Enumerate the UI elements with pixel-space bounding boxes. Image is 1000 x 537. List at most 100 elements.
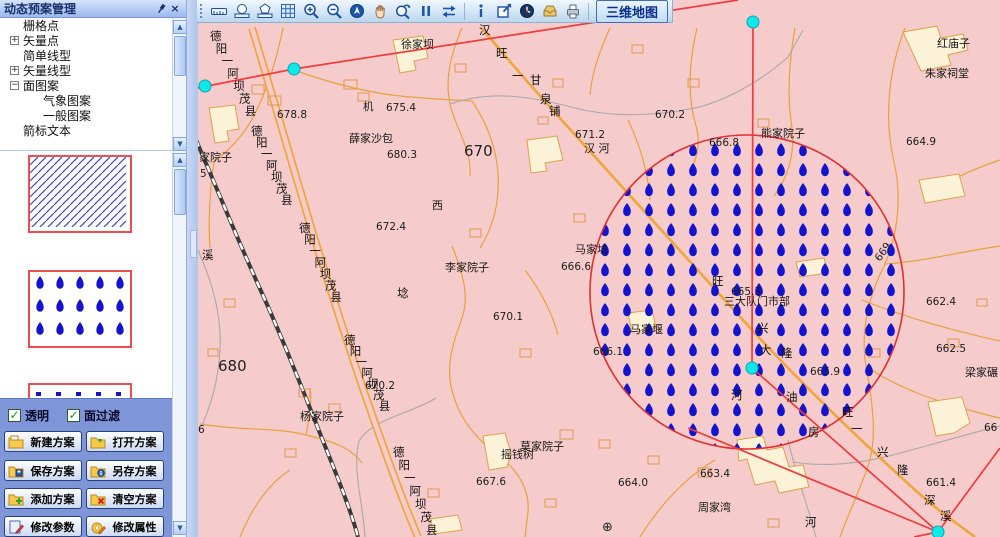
- panel-title: 动态预案管理: [4, 0, 154, 17]
- expand-icon[interactable]: [10, 66, 19, 75]
- tree-leaf-icon: [10, 21, 19, 30]
- save-plan-folder-icon: [8, 464, 24, 478]
- map-label: 一: [851, 422, 863, 436]
- map-label: 房: [808, 425, 820, 439]
- map-label: 兴: [757, 321, 769, 335]
- measure-polygon-icon[interactable]: [254, 1, 275, 21]
- tree-item-vector-line[interactable]: 矢量线型: [0, 63, 172, 78]
- expand-icon[interactable]: [10, 36, 19, 45]
- transparent-checkbox[interactable]: 透明: [8, 407, 49, 424]
- zoom-in-icon[interactable]: [300, 1, 321, 21]
- map-label: 周家湾: [698, 500, 731, 514]
- pattern-preview-partial[interactable]: [28, 383, 132, 398]
- map-label: 西: [432, 199, 443, 212]
- map-label: 杨家院子: [300, 409, 344, 423]
- plan-manager-panel: 栅格点 矢量点 简单线型 矢量线型 面图案 气象图案 一般图案 箭标文本: [0, 0, 173, 537]
- tree-item-weather-pattern[interactable]: 气象图案: [0, 93, 172, 108]
- new-plan-button[interactable]: 新建方案: [4, 431, 82, 452]
- vertex-handle[interactable]: [746, 362, 758, 374]
- tree-item-arrow-text[interactable]: 箭标文本: [0, 123, 172, 138]
- map-label: 旺: [496, 46, 508, 60]
- map-label: 664.9: [906, 136, 936, 148]
- map-label: 667.6: [476, 476, 506, 488]
- saveas-plan-button[interactable]: 另存方案: [86, 460, 164, 481]
- edit-params-button[interactable]: 修改参数: [4, 516, 82, 537]
- map-label: 梁家碾: [965, 365, 998, 379]
- vertex-handle[interactable]: [747, 16, 759, 28]
- toolbar-grip[interactable]: [199, 3, 204, 19]
- map-label: 徐家坝: [401, 37, 434, 51]
- new-plan-folder-icon: [8, 435, 24, 449]
- map-label: 670.1: [493, 311, 523, 323]
- tree-item-vector-point[interactable]: 矢量点: [0, 33, 172, 48]
- map-canvas[interactable]: 徐家坝红庙子朱家祠堂薛家沙包熊家院子李家院子马家埝马家堰三大队门市部周家湾梁家碾…: [197, 0, 1000, 537]
- map-label: 666.6: [561, 261, 591, 273]
- map-label: 一: [512, 69, 524, 83]
- panel-splitter[interactable]: [186, 0, 198, 537]
- pause-icon[interactable]: [415, 1, 436, 21]
- print-icon[interactable]: [562, 1, 583, 21]
- map-label: 甘: [530, 73, 542, 87]
- preview-scroll-down-icon[interactable]: ▼: [173, 521, 187, 535]
- map-label: 663.4: [700, 468, 730, 480]
- close-icon[interactable]: ×: [168, 2, 182, 16]
- swap-icon[interactable]: [438, 1, 459, 21]
- checkbox-check-icon: [67, 409, 80, 422]
- map-label: 旺: [842, 405, 854, 419]
- vertex-handle[interactable]: [288, 63, 300, 75]
- map-label: 680.3: [387, 149, 417, 161]
- collapse-icon[interactable]: [10, 81, 19, 90]
- application-window: 徐家坝红庙子朱家祠堂薛家沙包熊家院子李家院子马家埝马家堰三大队门市部周家湾梁家碾…: [0, 0, 1000, 537]
- face-filter-checkbox[interactable]: 面过滤: [67, 407, 120, 424]
- preview-scrollbar-thumb[interactable]: [174, 169, 186, 215]
- save-plan-button[interactable]: 保存方案: [4, 460, 82, 481]
- navigate-icon[interactable]: [346, 1, 367, 21]
- inbox-icon[interactable]: [539, 1, 560, 21]
- map-label: 666.8: [709, 137, 739, 149]
- map-label: 溪: [940, 509, 952, 523]
- tree-leaf-icon: [10, 51, 19, 60]
- zoom-out-icon[interactable]: [323, 1, 344, 21]
- map-label: 深: [924, 493, 936, 507]
- tree-item-general-pattern[interactable]: 一般图案: [0, 108, 172, 123]
- scroll-up-icon[interactable]: ▲: [173, 20, 187, 34]
- add-plan-button[interactable]: 添加方案: [4, 488, 82, 509]
- tree-scroll-down-icon[interactable]: ▼: [173, 137, 187, 151]
- map-label: 662.4: [926, 296, 956, 308]
- clear-plan-folder-icon: [90, 492, 106, 506]
- map-label: 河: [731, 388, 743, 402]
- open-plan-button[interactable]: 打开方案: [86, 431, 164, 452]
- info-icon[interactable]: [470, 1, 491, 21]
- pattern-preview-hatch[interactable]: [28, 155, 132, 233]
- tree-leaf-icon: [10, 126, 19, 135]
- tree-item-area-pattern[interactable]: 面图案: [0, 78, 172, 93]
- grid-icon[interactable]: [277, 1, 298, 21]
- panel-titlebar: 动态预案管理 ×: [0, 0, 186, 18]
- map-3d-button[interactable]: 三维地图: [596, 0, 668, 23]
- map-label: ⊕: [602, 520, 613, 535]
- map-label: 670: [464, 142, 493, 160]
- pattern-preview-drops[interactable]: [28, 270, 132, 348]
- measure-circle-icon[interactable]: [231, 1, 252, 21]
- vertex-handle[interactable]: [199, 80, 211, 92]
- vertex-handle[interactable]: [932, 526, 944, 537]
- map-label: 675.4: [386, 102, 416, 114]
- edit-params-icon: [8, 520, 24, 534]
- preview-scroll-up-icon[interactable]: ▲: [173, 153, 187, 167]
- map-label: 隆: [897, 463, 909, 477]
- saveas-plan-folder-icon: [90, 464, 106, 478]
- edit-props-button[interactable]: 修改属性: [86, 516, 164, 537]
- pin-icon[interactable]: [154, 2, 168, 16]
- map-label: 家院子: [199, 150, 232, 164]
- clear-plan-button[interactable]: 清空方案: [86, 488, 164, 509]
- tree-item-grid-point[interactable]: 栅格点: [0, 18, 172, 33]
- tree-scrollbar-thumb[interactable]: [174, 36, 186, 76]
- map-label: 670.2: [655, 109, 685, 121]
- measure-distance-icon[interactable]: [208, 1, 229, 21]
- map-label: 薛家沙包: [349, 131, 393, 145]
- clock-icon[interactable]: [516, 1, 537, 21]
- zoom-previous-icon[interactable]: [392, 1, 413, 21]
- export-icon[interactable]: [493, 1, 514, 21]
- pan-hand-icon[interactable]: [369, 1, 390, 21]
- tree-item-simple-line[interactable]: 简单线型: [0, 48, 172, 63]
